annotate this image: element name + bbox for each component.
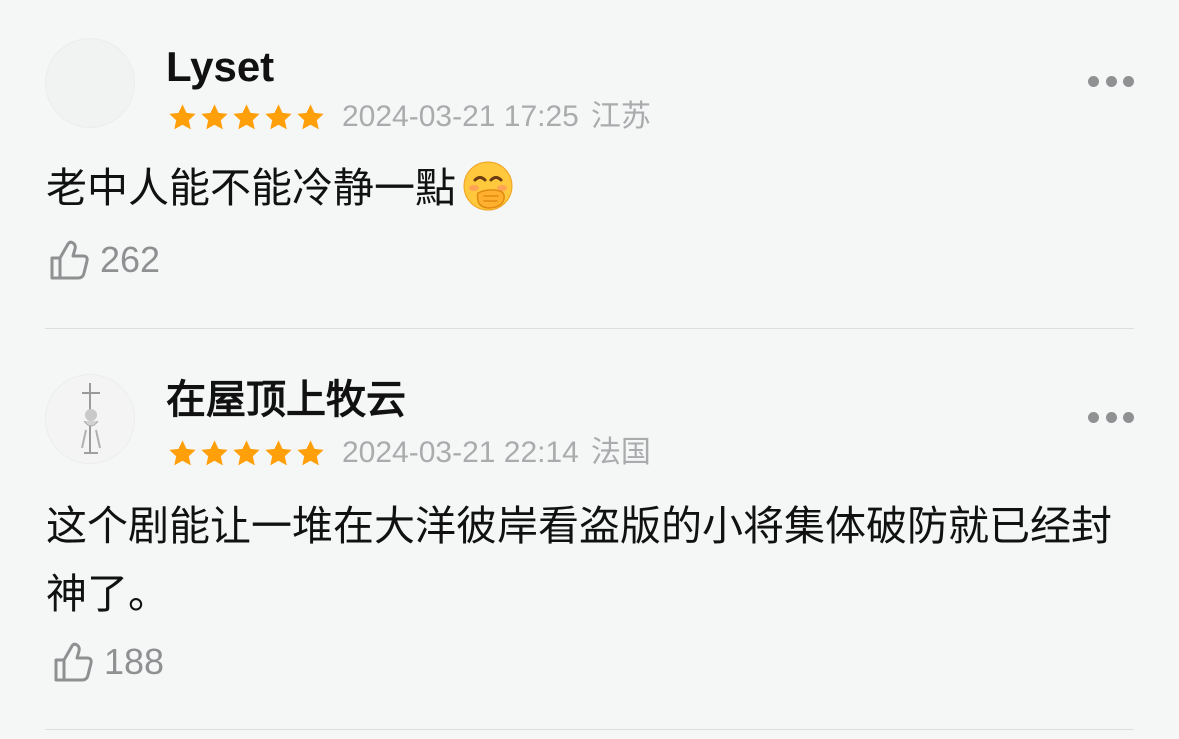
star-rating [166, 102, 326, 133]
timestamp: 2024-03-21 17:25 [342, 100, 579, 133]
comment-meta: 2024-03-21 22:14 法国 [166, 435, 651, 471]
star-icon [297, 103, 324, 129]
timestamp: 2024-03-21 22:14 [342, 436, 579, 469]
more-dots-icon [1088, 411, 1099, 423]
more-dots-icon [1088, 75, 1099, 87]
username[interactable]: 在屋顶上牧云 [166, 380, 406, 420]
star-icon [201, 103, 228, 129]
like-button[interactable]: 188 [50, 638, 164, 686]
star-icon [169, 103, 196, 129]
like-count: 262 [100, 239, 161, 280]
avatar[interactable] [45, 38, 135, 128]
star-icon [265, 439, 292, 465]
star-icon [233, 439, 260, 465]
star-rating [166, 438, 326, 469]
star-icon [201, 439, 228, 465]
comment-text-container: 老中人能不能冷静一點 [46, 154, 1136, 222]
location: 法国 [590, 436, 651, 469]
face-with-hand-over-mouth-icon [463, 161, 513, 211]
like-count: 188 [104, 641, 165, 682]
like-button[interactable]: 262 [46, 236, 160, 284]
star-icon [297, 439, 324, 465]
comment-feed: Lyset 2024-03-21 17:25 江苏 老中人能不能冷静一點 262… [0, 0, 1179, 739]
comment-item: 在屋顶上牧云 2024-03-21 22:14 法国 这个剧能让一堆在大洋彼岸看… [0, 330, 1179, 734]
comment-text: 这个剧能让一堆在大洋彼岸看盗版的小将集体破防就已经封神了。 [46, 502, 1112, 618]
star-icon [169, 439, 196, 465]
comment-meta: 2024-03-21 17:25 江苏 [166, 99, 651, 135]
star-icon [233, 103, 260, 129]
thumbs-up-icon [50, 240, 89, 280]
divider [45, 328, 1134, 329]
comment-item: Lyset 2024-03-21 17:25 江苏 老中人能不能冷静一點 262 [0, 0, 1179, 330]
comment-text: 老中人能不能冷静一點 [46, 164, 456, 212]
more-options-button[interactable] [1088, 410, 1134, 424]
star-icon [265, 103, 292, 129]
divider [45, 729, 1134, 730]
username[interactable]: Lyset [166, 46, 274, 88]
avatar-image [46, 375, 134, 463]
thumbs-up-icon [54, 642, 93, 682]
location: 江苏 [590, 100, 651, 133]
avatar[interactable] [45, 374, 135, 464]
more-options-button[interactable] [1088, 74, 1134, 88]
